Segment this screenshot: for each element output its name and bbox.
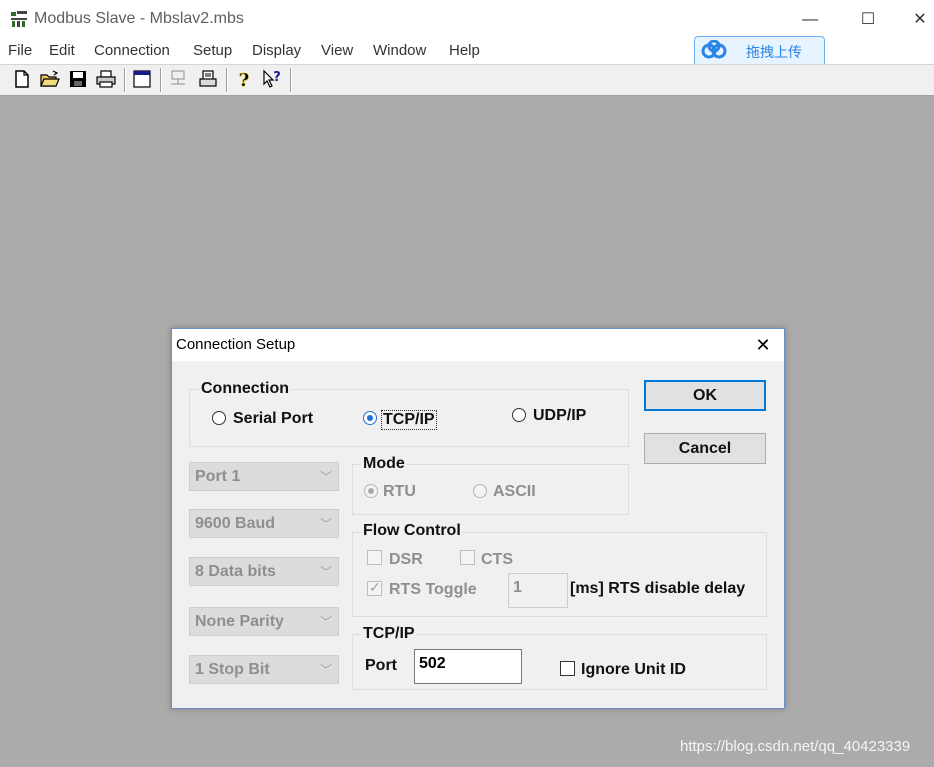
watermark-text: https://blog.csdn.net/qq_40423339	[680, 738, 911, 755]
toolbar-separator	[290, 68, 292, 92]
menu-edit[interactable]: Edit	[49, 42, 75, 59]
modbus-slave-app-icon	[11, 11, 27, 27]
tcpip-label[interactable]: TCP/IP	[381, 410, 437, 430]
chevron-down-icon: ﹀	[319, 470, 332, 484]
dialog-title: Connection Setup	[176, 336, 296, 353]
chevron-down-icon: ﹀	[319, 663, 332, 677]
ascii-radio[interactable]	[473, 484, 487, 498]
menu-display[interactable]: Display	[252, 42, 301, 59]
ok-button[interactable]: OK	[644, 380, 766, 411]
checkmark-icon: ✓	[369, 579, 381, 595]
dialog-close-button[interactable]: ✕	[752, 334, 774, 356]
data-bits-combo[interactable]: 8 Data bits ﹀	[189, 557, 339, 586]
window-icon[interactable]	[132, 69, 152, 89]
mode-group-title: Mode	[361, 455, 407, 473]
baud-combo[interactable]: 9600 Baud ﹀	[189, 509, 339, 538]
flow-control-group-title: Flow Control	[361, 522, 463, 540]
menu-view[interactable]: View	[321, 42, 353, 59]
serial-port-radio[interactable]	[212, 411, 226, 425]
stop-bits-combo[interactable]: 1 Stop Bit ﹀	[189, 655, 339, 684]
data-bits-combo-value: 8 Data bits	[195, 563, 276, 580]
dsr-checkbox[interactable]	[367, 550, 382, 565]
rtu-label[interactable]: RTU	[383, 483, 416, 501]
svg-text:?: ?	[239, 70, 250, 89]
parity-combo[interactable]: None Parity ﹀	[189, 607, 339, 636]
cts-checkbox[interactable]	[460, 550, 475, 565]
print-icon[interactable]	[96, 69, 116, 89]
help-icon[interactable]: ?	[234, 69, 254, 89]
connection-group-title: Connection	[199, 380, 291, 398]
chevron-down-icon: ﹀	[319, 615, 332, 629]
port-label: Port	[365, 657, 397, 674]
ignore-unit-id-checkbox[interactable]	[560, 661, 575, 676]
tcp-port-input[interactable]: 502	[414, 649, 522, 684]
dsr-label[interactable]: DSR	[389, 551, 423, 569]
toolbar-separator	[160, 68, 162, 92]
drag-upload-label: 拖拽上传	[746, 44, 802, 60]
rts-delay-label: [ms] RTS disable delay	[570, 580, 746, 597]
udpip-radio[interactable]	[512, 408, 526, 422]
menu-setup[interactable]: Setup	[193, 42, 232, 59]
menu-file[interactable]: File	[8, 42, 32, 59]
rts-toggle-checkbox[interactable]: ✓	[367, 579, 382, 596]
chevron-down-icon: ﹀	[319, 517, 332, 531]
menu-connection[interactable]: Connection	[94, 42, 170, 59]
cloud-icon	[701, 40, 727, 59]
port-combo[interactable]: Port 1 ﹀	[189, 462, 339, 491]
cancel-button[interactable]: Cancel	[644, 433, 766, 464]
close-window-button[interactable]: ✕	[906, 6, 934, 34]
connect-icon[interactable]	[168, 69, 188, 89]
chevron-down-icon: ﹀	[319, 565, 332, 579]
rts-delay-input[interactable]: 1	[508, 573, 568, 608]
rts-toggle-label[interactable]: RTS Toggle	[389, 581, 477, 599]
toolbar-separator	[226, 68, 228, 92]
tcpip-group-title: TCP/IP	[361, 625, 417, 643]
menu-window[interactable]: Window	[373, 42, 426, 59]
svg-text:?: ?	[273, 70, 281, 85]
new-document-icon[interactable]	[12, 69, 32, 89]
serial-port-label[interactable]: Serial Port	[233, 410, 313, 428]
window-title: Modbus Slave - Mbslav2.mbs	[34, 10, 244, 27]
maximize-button[interactable]: ☐	[850, 6, 886, 34]
parity-combo-value: None Parity	[195, 613, 284, 630]
baud-combo-value: 9600 Baud	[195, 515, 276, 532]
stop-bits-combo-value: 1 Stop Bit	[195, 661, 270, 678]
udpip-label[interactable]: UDP/IP	[533, 407, 586, 425]
ignore-unit-id-label[interactable]: Ignore Unit ID	[581, 661, 686, 679]
print-preview-icon[interactable]	[198, 69, 218, 89]
minimize-button[interactable]: —	[792, 6, 828, 34]
save-icon[interactable]	[68, 69, 88, 89]
menu-help[interactable]: Help	[449, 42, 480, 59]
context-help-icon[interactable]: ?	[262, 69, 282, 89]
toolbar-separator	[124, 68, 126, 92]
ascii-label[interactable]: ASCII	[493, 483, 536, 501]
open-folder-icon[interactable]	[40, 69, 60, 89]
cts-label[interactable]: CTS	[481, 551, 513, 569]
rtu-radio[interactable]	[364, 484, 378, 498]
tcpip-radio[interactable]	[363, 411, 377, 425]
port-combo-value: Port 1	[195, 468, 241, 485]
